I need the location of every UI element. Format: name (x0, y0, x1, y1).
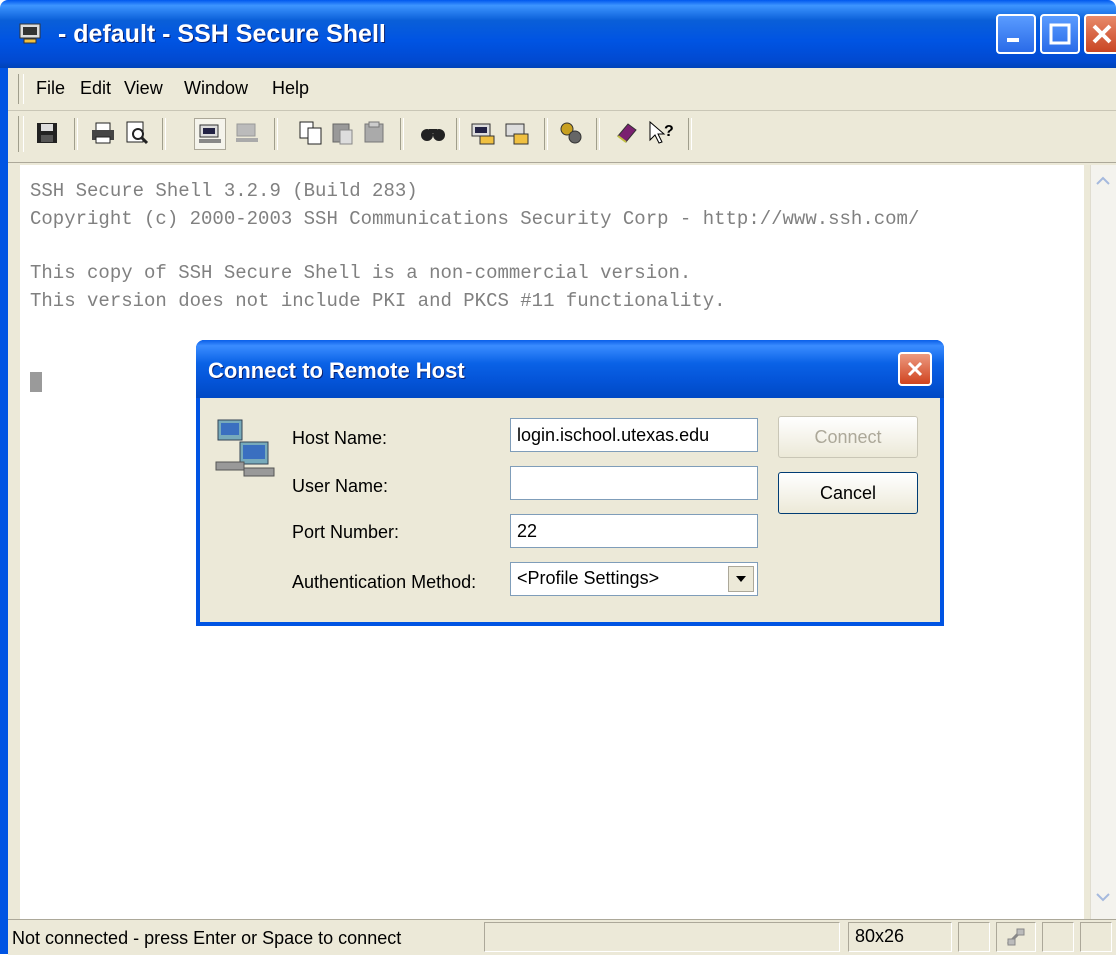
port-number-input[interactable] (510, 514, 758, 548)
dialog-close-button[interactable] (898, 352, 932, 386)
toolbar-separator (274, 118, 278, 150)
minimize-button[interactable] (996, 14, 1036, 54)
terminal-size: 80x26 (848, 922, 952, 952)
cancel-button[interactable]: Cancel (778, 472, 918, 514)
dialog-title: Connect to Remote Host (208, 358, 465, 383)
save-icon[interactable] (32, 118, 62, 148)
context-help-icon[interactable]: ? (646, 118, 676, 148)
vertical-scrollbar[interactable] (1090, 165, 1116, 945)
window-title: - default - SSH Secure Shell (58, 20, 386, 48)
print-icon[interactable] (88, 118, 118, 148)
status-message: Not connected - press Enter or Space to … (12, 928, 402, 948)
toolbar-separator (74, 118, 78, 150)
settings-icon[interactable] (556, 118, 586, 148)
terminal-line: This copy of SSH Secure Shell is a non-c… (30, 262, 692, 284)
toolbar-separator (688, 118, 692, 150)
profile-edit-icon[interactable] (502, 118, 532, 148)
connect-button[interactable]: Connect (778, 416, 918, 458)
paste-icon[interactable] (328, 118, 358, 148)
menu-help[interactable]: Help (272, 78, 309, 99)
network-computers-icon (214, 418, 278, 480)
toolbar-separator (596, 118, 600, 150)
menu-view[interactable]: View (124, 78, 163, 99)
port-number-label: Port Number: (292, 522, 400, 542)
svg-text:?: ? (664, 123, 674, 140)
quick-connect-icon[interactable] (194, 118, 226, 150)
auth-method-label: Authentication Method: (292, 572, 477, 592)
status-connection-icon (996, 922, 1036, 952)
profile-icon[interactable] (468, 118, 498, 148)
user-name-label: User Name: (292, 476, 389, 496)
menu-bar (8, 68, 1116, 111)
host-name-label: Host Name: (292, 428, 388, 448)
terminal-line: Copyright (c) 2000-2003 SSH Communicatio… (30, 208, 920, 230)
scroll-down-icon[interactable] (1090, 884, 1116, 910)
close-button[interactable] (1084, 14, 1116, 54)
print-preview-icon[interactable] (122, 118, 152, 148)
menu-window[interactable]: Window (184, 78, 248, 99)
host-name-input[interactable] (510, 418, 758, 452)
toolbar-grip[interactable] (18, 116, 24, 152)
status-panel (1042, 922, 1074, 952)
find-icon[interactable] (418, 118, 448, 148)
chevron-down-icon[interactable] (728, 566, 754, 592)
toolbar-separator (162, 118, 166, 150)
disconnect-icon[interactable] (232, 118, 262, 148)
terminal-cursor (30, 372, 42, 392)
scroll-up-icon[interactable] (1090, 168, 1116, 194)
app-icon[interactable] (18, 22, 44, 46)
menu-file[interactable]: File (36, 78, 65, 99)
resize-grip[interactable] (1080, 922, 1112, 952)
status-panel (484, 922, 840, 952)
menu-grip[interactable] (18, 74, 24, 104)
status-panel (958, 922, 990, 952)
toolbar-separator (544, 118, 548, 150)
paste-alt-icon[interactable] (360, 118, 390, 148)
help-book-icon[interactable] (612, 118, 642, 148)
terminal-line: SSH Secure Shell 3.2.9 (Build 283) (30, 180, 418, 202)
toolbar-separator (400, 118, 404, 150)
user-name-input[interactable] (510, 466, 758, 500)
toolbar-separator (456, 118, 460, 150)
copy-icon[interactable] (296, 118, 326, 148)
auth-method-select[interactable]: <Profile Settings> (510, 562, 758, 596)
menu-edit[interactable]: Edit (80, 78, 111, 99)
maximize-button[interactable] (1040, 14, 1080, 54)
terminal-line: This version does not include PKI and PK… (30, 290, 726, 312)
